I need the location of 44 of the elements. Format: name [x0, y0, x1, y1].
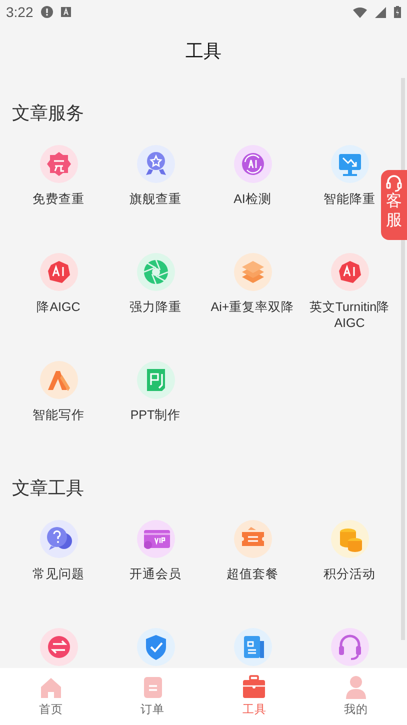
exchange-icon[interactable] — [40, 628, 78, 666]
tool-label[interactable]: 积分活动 — [324, 566, 376, 582]
alert-icon — [41, 6, 54, 18]
headset-icon[interactable] — [330, 628, 368, 666]
section-title: 文章工具 — [12, 478, 84, 498]
tool-label[interactable]: 旗舰查重 — [130, 191, 182, 207]
vip-card-icon[interactable] — [136, 520, 174, 558]
status-time: 3:22 — [6, 2, 34, 22]
battery-icon — [394, 6, 401, 18]
aperture-icon[interactable] — [136, 253, 174, 291]
briefcase-icon — [241, 674, 268, 700]
ai-icon[interactable] — [40, 253, 78, 291]
tool-label[interactable]: AI检测 — [234, 191, 272, 207]
signal-icon — [375, 6, 386, 18]
ai-icon[interactable] — [330, 253, 368, 291]
badge-icon[interactable] — [40, 145, 78, 183]
ticket-icon[interactable] — [234, 520, 272, 558]
shield-icon[interactable] — [136, 628, 174, 666]
layers-icon[interactable] — [234, 253, 272, 291]
tab[interactable]: 订单 — [102, 668, 204, 725]
tool-label[interactable]: 常见问题 — [32, 566, 84, 582]
tool-label[interactable]: 英文Turnitin降AIGC — [304, 299, 396, 331]
wifi-icon — [353, 6, 367, 18]
tab[interactable]: 首页 — [0, 668, 102, 725]
question-chat-icon[interactable] — [40, 520, 78, 558]
tool-label[interactable]: 降AIGC — [36, 299, 80, 315]
tab[interactable]: 我的 — [305, 668, 407, 725]
document-icon[interactable] — [136, 361, 174, 399]
tool-label[interactable]: 强力降重 — [130, 299, 182, 315]
tool-label[interactable]: Ai+重复率双降 — [210, 299, 294, 315]
coins-icon[interactable] — [330, 520, 368, 558]
ai-icon[interactable] — [234, 145, 272, 183]
page-title: 工具 — [186, 40, 222, 62]
news-icon[interactable] — [234, 628, 272, 666]
medal-icon[interactable] — [136, 145, 174, 183]
tool-label[interactable]: PPT制作 — [130, 407, 181, 423]
tool-label[interactable]: 开通会员 — [130, 566, 182, 582]
headset-icon — [385, 174, 403, 192]
tool-label[interactable]: 智能写作 — [32, 407, 84, 423]
tool-label[interactable]: 超值套餐 — [226, 566, 278, 582]
tool-label[interactable]: 免费查重 — [32, 191, 84, 207]
tool-label[interactable]: 智能降重 — [324, 191, 376, 207]
section-title: 文章服务 — [12, 103, 84, 123]
monitor-icon[interactable] — [330, 145, 368, 183]
